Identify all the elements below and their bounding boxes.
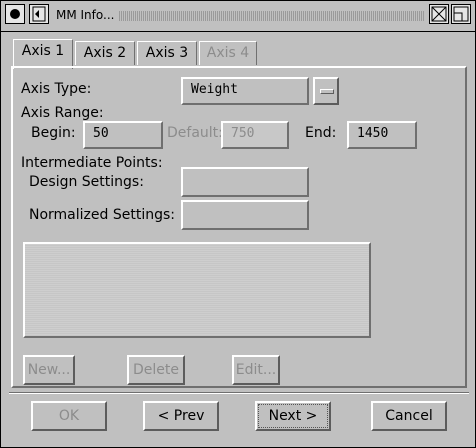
close-box-icon[interactable] <box>5 4 25 24</box>
cancel-button-label: Cancel <box>385 408 433 424</box>
title-bar-stripes <box>119 11 425 21</box>
end-field[interactable]: 1450 <box>347 121 417 149</box>
edit-button: Edit... <box>232 355 280 385</box>
tab-axis-3[interactable]: Axis 3 <box>137 41 197 65</box>
cancel-button[interactable]: Cancel <box>371 401 447 431</box>
axis-type-field[interactable]: Weight <box>181 77 309 105</box>
mm-info-window: MM Info... Axis 1 Axis 2 Axis 3 Axis 4 A… <box>0 0 476 448</box>
tab-axis-4: Axis 4 <box>199 41 257 65</box>
prev-button-label: < Prev <box>157 408 205 424</box>
ok-button-label: OK <box>58 408 80 424</box>
normalized-settings-field[interactable] <box>181 200 309 230</box>
axis-type-label: Axis Type: <box>21 81 92 97</box>
axis-range-label: Axis Range: <box>21 105 104 121</box>
begin-field[interactable]: 50 <box>83 121 163 149</box>
delete-button-label: Delete <box>133 362 179 378</box>
next-button[interactable]: Next > <box>255 401 331 431</box>
default-label: Default: <box>167 125 223 141</box>
dropdown-bar-icon <box>320 89 334 94</box>
window-title: MM Info... <box>56 8 115 22</box>
begin-label: Begin: <box>31 125 76 141</box>
tab-axis-1[interactable]: Axis 1 <box>13 39 73 69</box>
menu-icon[interactable] <box>29 4 49 24</box>
ok-button: OK <box>31 401 107 431</box>
design-settings-label: Design Settings: <box>29 174 144 190</box>
resize-icon[interactable] <box>451 4 471 24</box>
design-settings-field[interactable] <box>181 167 309 197</box>
tab-axis-2[interactable]: Axis 2 <box>75 41 135 65</box>
normalized-settings-label: Normalized Settings: <box>29 207 175 223</box>
intermediate-points-list[interactable] <box>23 242 371 338</box>
prev-button[interactable]: < Prev <box>143 401 219 431</box>
title-bar[interactable]: MM Info... <box>1 1 475 32</box>
new-button-label: New... <box>27 362 71 378</box>
default-field: 750 <box>221 121 289 149</box>
delete-button: Delete <box>127 355 185 385</box>
next-button-label: Next > <box>268 408 318 424</box>
axis-type-dropdown-button[interactable] <box>313 77 339 105</box>
end-label: End: <box>305 125 337 141</box>
intermediate-points-label: Intermediate Points: <box>21 155 163 171</box>
footer-separator <box>9 392 469 394</box>
new-button: New... <box>23 355 75 385</box>
edit-button-label: Edit... <box>235 362 277 378</box>
zoom-icon[interactable] <box>429 4 449 24</box>
